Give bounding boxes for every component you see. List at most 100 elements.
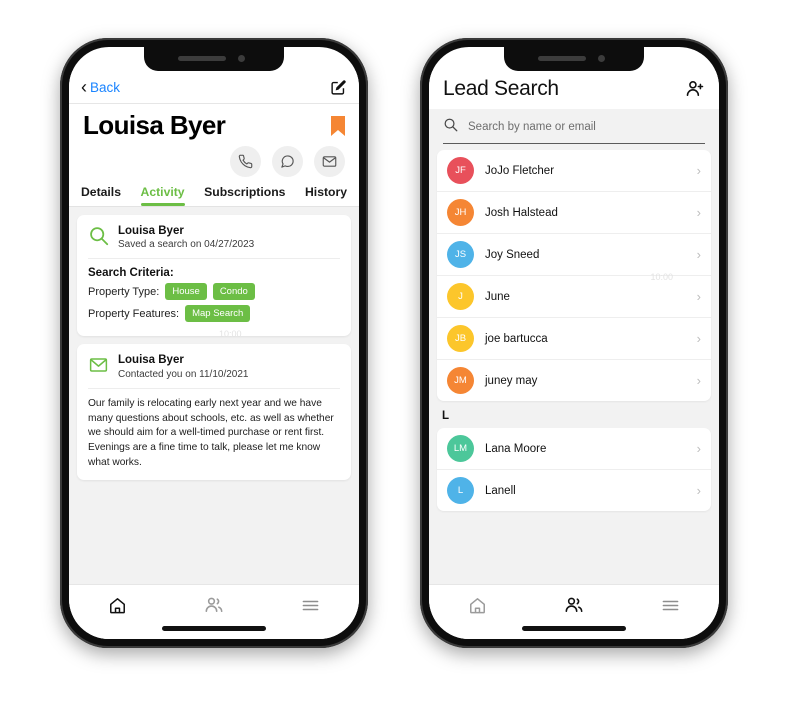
call-button[interactable] bbox=[230, 146, 261, 177]
chevron-right-icon: › bbox=[696, 331, 701, 346]
front-camera-dot bbox=[238, 55, 245, 62]
avatar: JB bbox=[447, 325, 474, 352]
home-indicator bbox=[162, 626, 266, 631]
detail-tabs: Details Activity Subscriptions History bbox=[69, 177, 359, 207]
activity-feed: 10:00 Louisa Byer Saved a search on 04/2… bbox=[69, 207, 359, 584]
phone-screen-left: ‹ Back Louisa Byer Details Activity Subs… bbox=[69, 47, 359, 639]
avatar-initials: JH bbox=[454, 207, 467, 218]
page-title: Louisa Byer bbox=[83, 110, 226, 140]
list-item[interactable]: J June › bbox=[437, 276, 711, 318]
criteria-row-property-type: Property Type: House Condo bbox=[88, 283, 340, 301]
criteria-label: Property Features: bbox=[88, 307, 180, 320]
lead-list: 10:00 JF JoJo Fletcher › JH Josh Halstea… bbox=[429, 150, 719, 584]
compose-edit-icon[interactable] bbox=[330, 79, 347, 96]
message-body: Our family is relocating early next year… bbox=[88, 397, 334, 468]
chevron-right-icon: › bbox=[696, 163, 701, 178]
avatar: JF bbox=[447, 157, 474, 184]
tab-people[interactable] bbox=[554, 592, 594, 618]
criteria-chip[interactable]: Map Search bbox=[185, 305, 251, 323]
chevron-right-icon: › bbox=[696, 247, 701, 262]
add-person-icon[interactable] bbox=[685, 79, 705, 99]
front-camera-dot bbox=[598, 55, 605, 62]
activity-card-message[interactable]: Louisa Byer Contacted you on 11/10/2021 … bbox=[77, 344, 351, 480]
avatar-initials: LM bbox=[453, 443, 468, 454]
tab-activity[interactable]: Activity bbox=[140, 185, 185, 206]
phone-device-left: ‹ Back Louisa Byer Details Activity Subs… bbox=[60, 38, 368, 648]
phone-device-right: Lead Search Search by name or email 10:0… bbox=[420, 38, 728, 648]
tab-history[interactable]: History bbox=[305, 185, 347, 206]
tab-home[interactable] bbox=[97, 592, 137, 618]
search-input[interactable] bbox=[466, 120, 705, 134]
back-button[interactable]: ‹ Back bbox=[81, 78, 120, 96]
avatar: L bbox=[447, 477, 474, 504]
search-criteria-heading: Search Criteria: bbox=[88, 267, 174, 280]
watermark-timestamp: 10:00 bbox=[219, 329, 242, 339]
tab-home[interactable] bbox=[457, 592, 497, 618]
search-section bbox=[429, 109, 719, 150]
lead-name: June bbox=[485, 290, 510, 303]
lead-name: JoJo Fletcher bbox=[485, 164, 555, 177]
section-header-l: L bbox=[442, 410, 450, 422]
card-title: Louisa Byer bbox=[118, 354, 184, 367]
lead-name: joe bartucca bbox=[485, 332, 548, 345]
avatar-initials: JF bbox=[455, 165, 466, 176]
lead-name: Lanell bbox=[485, 484, 516, 497]
bookmark-icon[interactable] bbox=[331, 115, 345, 136]
criteria-row-property-features: Property Features: Map Search bbox=[88, 305, 340, 323]
device-notch bbox=[504, 47, 644, 71]
list-item[interactable]: JS Joy Sneed › bbox=[437, 234, 711, 276]
tab-menu[interactable] bbox=[291, 592, 331, 618]
watermark-timestamp: 10:00 bbox=[650, 272, 673, 282]
device-notch bbox=[144, 47, 284, 71]
lead-name: Lana Moore bbox=[485, 442, 547, 455]
lead-name: Josh Halstead bbox=[485, 206, 558, 219]
lead-name: Joy Sneed bbox=[485, 248, 540, 261]
quick-actions bbox=[69, 141, 359, 177]
search-icon bbox=[88, 225, 109, 251]
earpiece-speaker bbox=[538, 56, 586, 61]
chevron-right-icon: › bbox=[696, 289, 701, 304]
search-box[interactable] bbox=[443, 117, 705, 144]
navigation-bar: ‹ Back bbox=[69, 71, 359, 104]
avatar-initials: JS bbox=[454, 249, 467, 260]
envelope-icon bbox=[88, 356, 109, 379]
tab-subscriptions[interactable]: Subscriptions bbox=[204, 185, 285, 206]
card-subtitle: Contacted you on 11/10/2021 bbox=[118, 368, 249, 380]
list-item[interactable]: LM Lana Moore › bbox=[437, 428, 711, 470]
chevron-right-icon: › bbox=[696, 483, 701, 498]
lead-title-row: Louisa Byer bbox=[69, 104, 359, 141]
tab-details[interactable]: Details bbox=[81, 185, 121, 206]
lead-search-header: Lead Search bbox=[429, 71, 719, 109]
chevron-left-icon: ‹ bbox=[81, 77, 87, 97]
screenshot-stage: ‹ Back Louisa Byer Details Activity Subs… bbox=[0, 0, 800, 711]
avatar: JS bbox=[447, 241, 474, 268]
avatar: LM bbox=[447, 435, 474, 462]
list-item[interactable]: JB joe bartucca › bbox=[437, 318, 711, 360]
email-button[interactable] bbox=[314, 146, 345, 177]
message-button[interactable] bbox=[272, 146, 303, 177]
chevron-right-icon: › bbox=[696, 205, 701, 220]
avatar: JH bbox=[447, 199, 474, 226]
chevron-right-icon: › bbox=[696, 373, 701, 388]
criteria-label: Property Type: bbox=[88, 285, 160, 298]
search-icon bbox=[443, 117, 458, 137]
activity-card-saved-search[interactable]: Louisa Byer Saved a search on 04/27/2023… bbox=[77, 215, 351, 337]
criteria-chip[interactable]: House bbox=[165, 283, 207, 301]
card-subtitle: Saved a search on 04/27/2023 bbox=[118, 239, 255, 251]
phone-screen-right: Lead Search Search by name or email 10:0… bbox=[429, 47, 719, 639]
tab-menu[interactable] bbox=[651, 592, 691, 618]
home-indicator bbox=[522, 626, 626, 631]
card-title: Louisa Byer bbox=[118, 225, 184, 237]
list-item[interactable]: L Lanell › bbox=[437, 470, 711, 511]
tab-people[interactable] bbox=[194, 592, 234, 618]
list-item[interactable]: JF JoJo Fletcher › bbox=[437, 150, 711, 192]
avatar-initials: J bbox=[458, 291, 463, 302]
avatar-initials: JB bbox=[454, 333, 467, 344]
list-item[interactable]: JH Josh Halstead › bbox=[437, 192, 711, 234]
avatar-initials: JM bbox=[454, 375, 467, 386]
avatar: J bbox=[447, 283, 474, 310]
earpiece-speaker bbox=[178, 56, 226, 61]
criteria-chip[interactable]: Condo bbox=[212, 283, 255, 301]
lead-name: juney may bbox=[485, 374, 538, 387]
list-item[interactable]: JM juney may › bbox=[437, 360, 711, 401]
